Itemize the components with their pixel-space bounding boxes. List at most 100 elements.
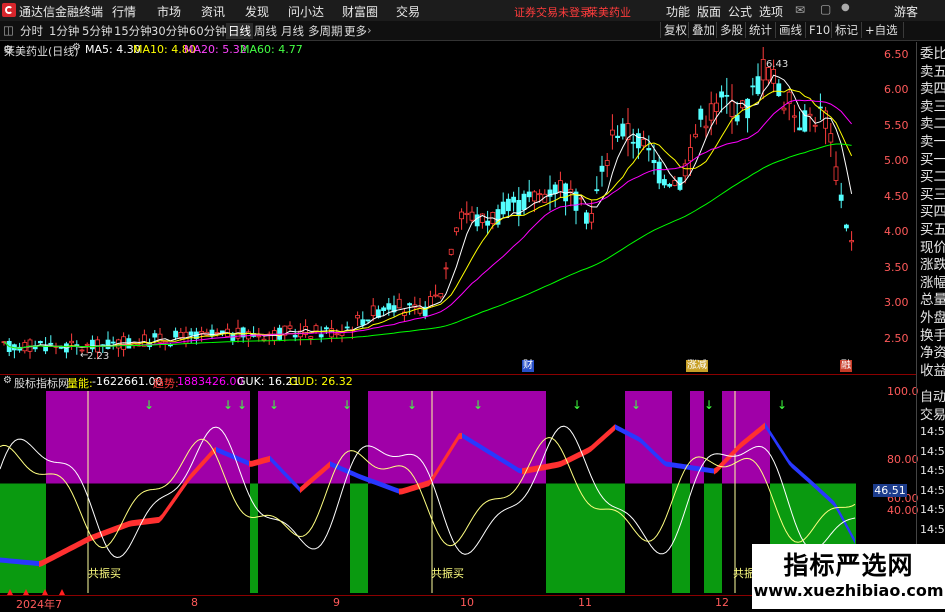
tab-5min[interactable]: 5分钟: [82, 23, 112, 39]
tab-15min[interactable]: 15分钟: [114, 23, 152, 39]
trend-ribbon-segment: [675, 462, 678, 469]
f10-button[interactable]: F10: [805, 22, 833, 38]
quote-field-label: 涨跌: [920, 257, 945, 274]
trend-ribbon-segment: [387, 484, 390, 491]
tab-more[interactable]: 更多: [344, 23, 367, 39]
menu-item-xuanxiang[interactable]: 选项: [759, 3, 783, 20]
trend-ribbon-segment: [786, 455, 789, 465]
biaoji-button[interactable]: 标记: [831, 22, 861, 38]
trade-time-label: 14:56: [920, 444, 945, 458]
trend-ribbon-segment: [585, 447, 588, 455]
candle-body: [651, 160, 657, 164]
candle-body: [636, 133, 641, 149]
candle-body: [370, 305, 376, 316]
tongji-button[interactable]: 统计: [745, 22, 775, 38]
down-arrow-icon: ↓: [631, 398, 641, 412]
price-tick: 4.50: [884, 190, 909, 203]
down-arrow-icon: ↓: [237, 398, 247, 412]
menu-item-wenxiaoda[interactable]: 问小达: [288, 3, 324, 20]
candle-body: [693, 133, 698, 138]
tab-monthly[interactable]: 月线: [281, 23, 304, 39]
trend-ribbon-segment: [552, 462, 555, 469]
tab-1min[interactable]: 1分钟: [49, 23, 79, 39]
down-arrow-icon: ↓: [473, 398, 483, 412]
trend-ribbon-segment: [87, 535, 90, 543]
trend-ribbon-segment: [75, 541, 78, 550]
menu-item-gongneng[interactable]: 功能: [666, 3, 690, 20]
price-tick: 4.00: [884, 225, 909, 238]
menu-item-gongshi[interactable]: 公式: [728, 3, 752, 20]
tab-multi-period[interactable]: 多周期: [308, 23, 343, 39]
marker-zhangjian[interactable]: 涨减: [686, 360, 708, 372]
trend-ribbon-segment: [390, 485, 393, 492]
user-icon[interactable]: ●: [841, 2, 850, 13]
tab-30min[interactable]: 30分钟: [151, 23, 189, 39]
menu-item-hangqing[interactable]: 行情: [112, 3, 136, 20]
trend-ribbon-segment: [603, 432, 606, 441]
trend-ribbon-segment: [105, 528, 108, 536]
trend-ribbon-segment: [519, 468, 522, 474]
duogu-button[interactable]: 多股: [716, 22, 746, 38]
add-favorite-button[interactable]: +自选: [861, 22, 901, 38]
menu-item-caifuquan[interactable]: 财富圈: [342, 3, 378, 20]
trade-time-label: 14:56: [920, 464, 945, 477]
toolbar-extra[interactable]: [903, 22, 945, 38]
candle-body: [110, 341, 116, 344]
price-tick: 6.50: [884, 48, 909, 61]
candle-body: [355, 314, 361, 319]
trend-ribbon-segment: [177, 488, 180, 499]
huaxian-button[interactable]: 画线: [775, 22, 805, 38]
menu-item-shichang[interactable]: 市场: [157, 3, 181, 20]
trend-ribbon-segment: [162, 509, 165, 520]
minimize-icon[interactable]: ▢: [820, 2, 831, 16]
trend-ribbon-segment: [402, 487, 405, 495]
trend-ribbon-segment: [168, 501, 171, 512]
tab-60min[interactable]: 60分钟: [189, 23, 227, 39]
trade-login-notice[interactable]: 证券交易未登录: [514, 4, 591, 20]
trend-ribbon-segment: [783, 450, 786, 461]
price-tick: 2.50: [884, 332, 909, 345]
trend-ribbon-segment: [423, 481, 426, 488]
price-tick: 3.00: [884, 296, 909, 309]
trend-ribbon-segment: [66, 546, 69, 554]
marker-rong[interactable]: 融: [840, 360, 852, 372]
indicator-tick: 40.00: [887, 504, 919, 517]
kline-chart[interactable]: [0, 42, 916, 374]
indicator-chart[interactable]: ↓ ↓ ↓ ↓ ↓ ↓ ↓ ↓ ↓ ↓ ↓: [0, 387, 880, 595]
mail-icon[interactable]: ✉: [795, 3, 805, 17]
menu-item-banmian[interactable]: 版面: [697, 3, 721, 20]
trend-ribbon-segment: [252, 459, 255, 467]
trend-ribbon-segment: [693, 465, 696, 471]
tab-daily[interactable]: 日线: [226, 23, 253, 39]
candle-body: [615, 135, 620, 139]
trend-ribbon-segment: [48, 555, 51, 564]
guest-login[interactable]: 游客: [894, 3, 918, 20]
candle-body: [812, 124, 818, 127]
marker-cai[interactable]: 财: [522, 360, 534, 372]
trend-ribbon-segment: [384, 483, 387, 490]
fuquan-button[interactable]: 复权: [660, 22, 690, 38]
diejia-button[interactable]: 叠加: [688, 22, 718, 38]
candle-body: [610, 129, 615, 136]
candle-body: [844, 224, 849, 229]
tab-weekly[interactable]: 周线: [254, 23, 277, 39]
trend-ribbon-segment: [6, 558, 9, 564]
indicator-settings-icon[interactable]: ⚙: [3, 375, 12, 386]
trend-ribbon-segment: [804, 473, 807, 482]
menu-item-jiaoyi[interactable]: 交易: [396, 3, 420, 20]
quote-sidebar: 委比 卖五 卖四 卖三 卖二 卖一 买一 买二 买三 买四 买五 现价 涨跌 涨幅 总量 外盘 换手 净资 收益: [916, 42, 945, 385]
trend-ribbon-segment: [408, 485, 411, 493]
candle-body: [703, 125, 709, 129]
candle-body: [308, 336, 314, 339]
candle-body: [552, 184, 558, 194]
trend-ribbon-segment: [576, 451, 579, 460]
menu-item-faxian[interactable]: 发现: [245, 3, 269, 20]
candle-body: [443, 267, 449, 270]
candle-body: [173, 330, 179, 338]
trend-ribbon-segment: [549, 462, 552, 470]
menu-item-zixun[interactable]: 资讯: [201, 3, 225, 20]
sidebar-toggle-icon[interactable]: ◫: [3, 23, 14, 37]
trend-ribbon-segment: [18, 559, 21, 565]
candle-body: [407, 303, 413, 306]
tab-fenshi[interactable]: 分时: [20, 23, 43, 39]
